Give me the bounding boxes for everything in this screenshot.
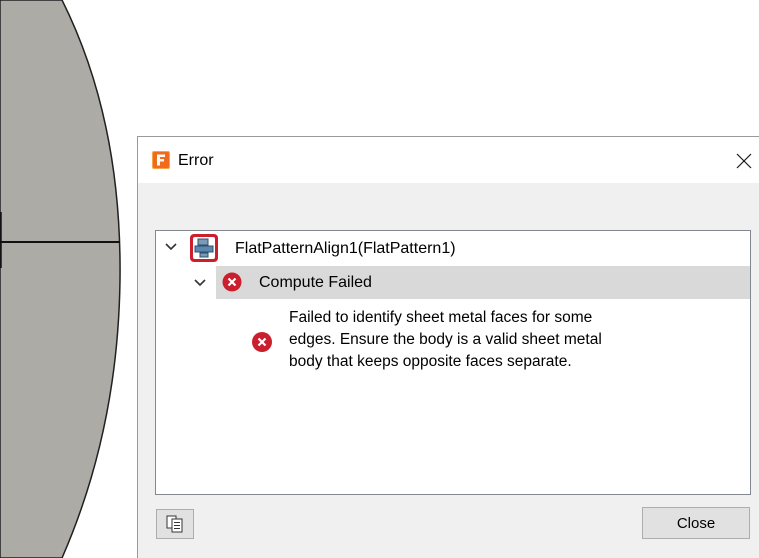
close-button[interactable]: Close [642,507,750,539]
error-message-line: body that keeps opposite faces separate. [289,353,572,370]
error-message[interactable]: Failed to identify sheet metal faces for… [289,307,669,373]
copy-to-clipboard-icon [166,515,183,533]
copy-to-clipboard-button[interactable] [156,509,194,539]
chevron-down-icon[interactable] [164,242,178,252]
dialog-title: Error [178,152,214,169]
error-message-line: Failed to identify sheet metal faces for… [289,309,593,326]
dialog-titlebar[interactable]: Error [138,137,759,183]
error-tree: FlatPatternAlign1(FlatPattern1) Compute … [155,230,751,495]
feature-node-label[interactable]: FlatPatternAlign1(FlatPattern1) [235,239,456,259]
error-icon [222,272,242,292]
close-icon[interactable] [730,147,758,175]
application-canvas: Error FlatPatternAlign1(FlatPattern1) Co… [0,0,759,558]
error-icon [252,332,272,352]
sheet-metal-body[interactable] [0,0,121,558]
error-dialog: Error FlatPatternAlign1(FlatPattern1) Co… [137,136,759,558]
fusion-360-app-icon [152,151,170,169]
chevron-down-icon[interactable] [193,278,207,288]
status-node-label[interactable]: Compute Failed [259,273,372,293]
error-message-line: edges. Ensure the body is a valid sheet … [289,331,602,348]
flat-pattern-feature-icon [190,234,218,262]
